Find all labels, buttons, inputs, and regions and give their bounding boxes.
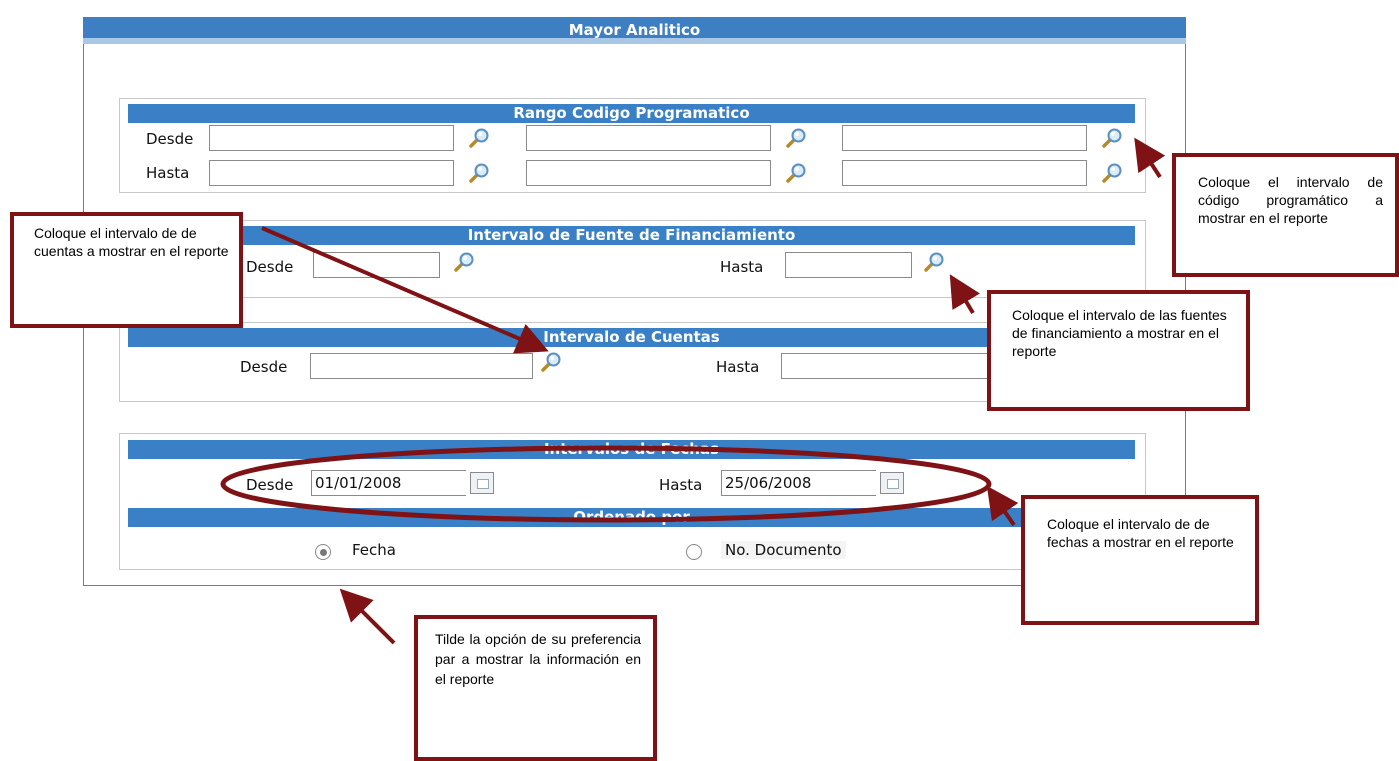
cuentas-desde-label: Desde — [240, 358, 288, 376]
window-title: Mayor Analitico — [83, 17, 1186, 44]
calendar-icon[interactable] — [880, 472, 904, 494]
fecha-desde-input[interactable] — [311, 470, 466, 496]
arrow-orden — [339, 588, 396, 645]
annotation-codigo: Coloque el intervalo de código programát… — [1172, 153, 1399, 277]
search-icon[interactable] — [453, 251, 475, 273]
rango-hasta-label: Hasta — [146, 164, 190, 182]
fuente-hasta-label: Hasta — [720, 258, 764, 276]
fechas-hasta-label: Hasta — [659, 476, 703, 494]
rango-hasta-input-2[interactable] — [526, 160, 771, 186]
documento-radio-label: No. Documento — [721, 541, 846, 559]
annotation-fuentes: Coloque el intervalo de las fuentes de f… — [987, 290, 1250, 411]
cuentas-title: Intervalo de Cuentas — [128, 328, 1135, 347]
annotation-cuentas: Coloque el intervalo de de cuentas a mos… — [10, 212, 243, 328]
rango-hasta-input-1[interactable] — [209, 160, 454, 186]
fecha-radio-label: Fecha — [352, 541, 396, 559]
search-icon[interactable] — [785, 127, 807, 149]
rango-desde-input-1[interactable] — [209, 125, 454, 151]
cuentas-desde-input[interactable] — [310, 353, 533, 379]
search-icon[interactable] — [785, 162, 807, 184]
calendar-icon[interactable] — [470, 472, 494, 494]
fecha-radio[interactable] — [315, 544, 331, 560]
search-icon[interactable] — [540, 351, 562, 373]
fechas-desde-label: Desde — [246, 476, 294, 494]
documento-radio[interactable] — [686, 544, 702, 560]
fuente-hasta-input[interactable] — [785, 252, 912, 278]
fuente-desde-label: Desde — [246, 258, 294, 276]
annotation-orden: Tilde la opción de su preferencia par a … — [414, 615, 657, 761]
search-icon[interactable] — [468, 127, 490, 149]
annotation-fechas: Coloque el intervalo de de fechas a most… — [1021, 495, 1259, 625]
search-icon[interactable] — [1101, 162, 1123, 184]
cuentas-hasta-label: Hasta — [716, 358, 760, 376]
fecha-hasta-input[interactable] — [721, 470, 876, 496]
cuentas-hasta-input[interactable] — [781, 353, 1004, 379]
rango-title: Rango Codigo Programatico — [128, 104, 1135, 123]
search-icon[interactable] — [468, 162, 490, 184]
orden-title: Ordenado por — [128, 508, 1135, 527]
rango-desde-label: Desde — [146, 130, 194, 148]
rango-hasta-input-3[interactable] — [842, 160, 1087, 186]
fuente-desde-input[interactable] — [313, 252, 440, 278]
search-icon[interactable] — [1101, 127, 1123, 149]
rango-desde-input-2[interactable] — [526, 125, 771, 151]
fuente-title: Intervalo de Fuente de Financiamiento — [128, 226, 1135, 245]
rango-desde-input-3[interactable] — [842, 125, 1087, 151]
search-icon[interactable] — [923, 251, 945, 273]
fechas-title: Intervalos de Fechas — [128, 440, 1135, 459]
